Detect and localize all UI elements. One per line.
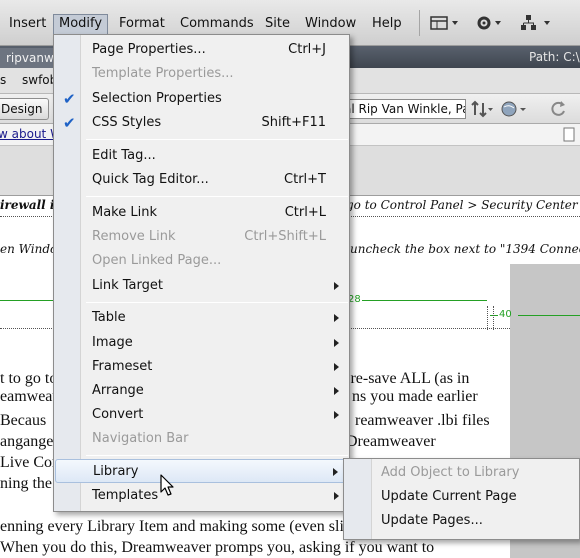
menu-item-selection-properties[interactable]: ✔ Selection Properties [55, 87, 348, 111]
body-line: Live Cor [0, 454, 58, 471]
page-icon [563, 127, 575, 142]
menu-item-template-properties[interactable]: Template Properties... [55, 62, 348, 86]
menu-item-remove-link[interactable]: Remove Link Ctrl+Shift+L [55, 225, 348, 249]
body-line: enning every Library Item and making som… [0, 518, 344, 535]
menu-item-label: Templates [92, 488, 159, 503]
design-view-button[interactable]: Design [0, 98, 50, 120]
width-guide-line [362, 300, 487, 301]
menu-item-templates[interactable]: Templates [55, 484, 348, 508]
menu-separator [86, 196, 348, 197]
submenu-arrow-icon [334, 411, 339, 419]
submenu-arrow-icon [334, 492, 339, 500]
submenu-arrow-icon [333, 468, 338, 476]
menu-separator [86, 302, 348, 303]
body-line: When you do this, Dreamweaver promps you… [0, 539, 435, 556]
menubar-separator [419, 10, 420, 36]
gear-icon[interactable] [475, 13, 505, 35]
menu-help[interactable]: Help [367, 14, 407, 34]
ruler-mark-40: 40 [499, 309, 512, 320]
mouse-cursor-icon [160, 474, 174, 496]
file-management-icon[interactable] [470, 99, 496, 119]
submenu-arrow-icon [334, 363, 339, 371]
menu-item-label: Template Properties... [92, 66, 234, 81]
menu-item-open-linked-page[interactable]: Open Linked Page... [55, 249, 348, 273]
menu-item-shortcut: Ctrl+L [284, 205, 326, 220]
title-field[interactable]: al Rip Van Winkle, Par [340, 99, 466, 119]
body-line: reamweaver .lbi files [355, 412, 490, 429]
menu-item-label: Quick Tag Editor... [92, 172, 209, 187]
menu-item-shortcut: Ctrl+T [284, 172, 326, 187]
menu-item-label: Image [92, 335, 133, 350]
refresh-icon[interactable] [548, 99, 568, 119]
menu-item-label: Open Linked Page... [92, 253, 222, 268]
menu-commands[interactable]: Commands [175, 14, 259, 34]
menu-modify[interactable]: Modify [53, 14, 109, 34]
menu-item-label: Table [92, 310, 126, 325]
menu-item-page-properties[interactable]: Page Properties... Ctrl+J [55, 38, 348, 62]
menu-item-label: Remove Link [92, 229, 176, 244]
menu-item-label: CSS Styles [92, 115, 162, 130]
width-guide-line [490, 315, 498, 316]
menu-item-label: Make Link [92, 205, 157, 220]
menu-item-library[interactable]: Library [55, 459, 348, 483]
menu-item-label: Navigation Bar [92, 431, 189, 446]
menu-item-quick-tag-editor[interactable]: Quick Tag Editor... Ctrl+T [55, 168, 348, 192]
submenu-item-update-pages[interactable]: Update Pages... [381, 509, 483, 533]
submenu-arrow-icon [334, 314, 339, 322]
menu-item-label: Library [93, 464, 139, 479]
menu-item-label: Link Target [92, 278, 163, 293]
width-guide-line [518, 315, 580, 316]
menu-insert[interactable]: Insert [4, 14, 51, 34]
menu-item-edit-tag[interactable]: Edit Tag... [55, 144, 348, 168]
checkmark-icon: ✔ [63, 90, 76, 108]
body-line: anganges [0, 433, 60, 450]
related-file-swfob[interactable]: swfob [22, 73, 57, 87]
notice-line1-right: go to Control Panel > Security Center [346, 198, 578, 212]
submenu-item-add-object-to-library[interactable]: Add Object to Library [381, 461, 519, 485]
preview-browser-icon[interactable] [500, 99, 530, 119]
menu-item-css-styles[interactable]: ✔ CSS Styles Shift+F11 [55, 111, 348, 135]
menu-item-label: Page Properties... [92, 42, 206, 57]
submenu-arrow-icon [334, 387, 339, 395]
body-line: Becaus [0, 412, 47, 429]
menu-format[interactable]: Format [114, 14, 170, 34]
menu-item-make-link[interactable]: Make Link Ctrl+L [55, 201, 348, 225]
menu-item-table[interactable]: Table [55, 306, 348, 330]
body-line: l re-save ALL (as in [342, 370, 470, 387]
menu-separator [86, 455, 348, 456]
menu-item-label: Selection Properties [92, 91, 222, 106]
menu-item-navigation-bar[interactable]: Navigation Bar [55, 427, 348, 451]
checkmark-icon: ✔ [63, 114, 76, 132]
path-label: Path: C:\ [529, 50, 580, 64]
menu-item-shortcut: Ctrl+J [288, 42, 326, 57]
modify-menu: Page Properties... Ctrl+J Template Prope… [53, 34, 350, 512]
menu-item-label: Arrange [92, 383, 144, 398]
site-icon[interactable] [520, 13, 554, 35]
body-line: Dreamweaver [346, 433, 436, 450]
layout-icon[interactable] [430, 13, 460, 35]
menu-item-image[interactable]: Image [55, 331, 348, 355]
menu-icon-gutter [344, 459, 372, 539]
menu-item-frameset[interactable]: Frameset [55, 355, 348, 379]
submenu-arrow-icon [334, 339, 339, 347]
menu-site[interactable]: Site [260, 14, 295, 34]
submenu-arrow-icon [334, 282, 339, 290]
related-file-s[interactable]: s [0, 73, 6, 87]
menu-window[interactable]: Window [300, 14, 361, 34]
submenu-item-update-current-page[interactable]: Update Current Page [381, 485, 517, 509]
menu-item-convert[interactable]: Convert [55, 403, 348, 427]
menu-item-label: Convert [92, 407, 144, 422]
menu-item-label: Edit Tag... [92, 148, 156, 163]
body-line: ns you made earlier [352, 388, 478, 405]
menu-separator [86, 139, 348, 140]
menu-item-arrange[interactable]: Arrange [55, 379, 348, 403]
notice-line2-right: uncheck the box next to "1394 Connec [350, 242, 580, 256]
menu-item-shortcut: Shift+F11 [261, 115, 326, 130]
menu-item-label: Frameset [92, 359, 153, 374]
menu-item-link-target[interactable]: Link Target [55, 274, 348, 298]
library-submenu: Add Object to Library Update Current Pag… [343, 458, 580, 540]
menu-item-shortcut: Ctrl+Shift+L [244, 229, 326, 244]
body-line: eamweav [0, 388, 61, 405]
body-line: t to go to [0, 370, 58, 387]
